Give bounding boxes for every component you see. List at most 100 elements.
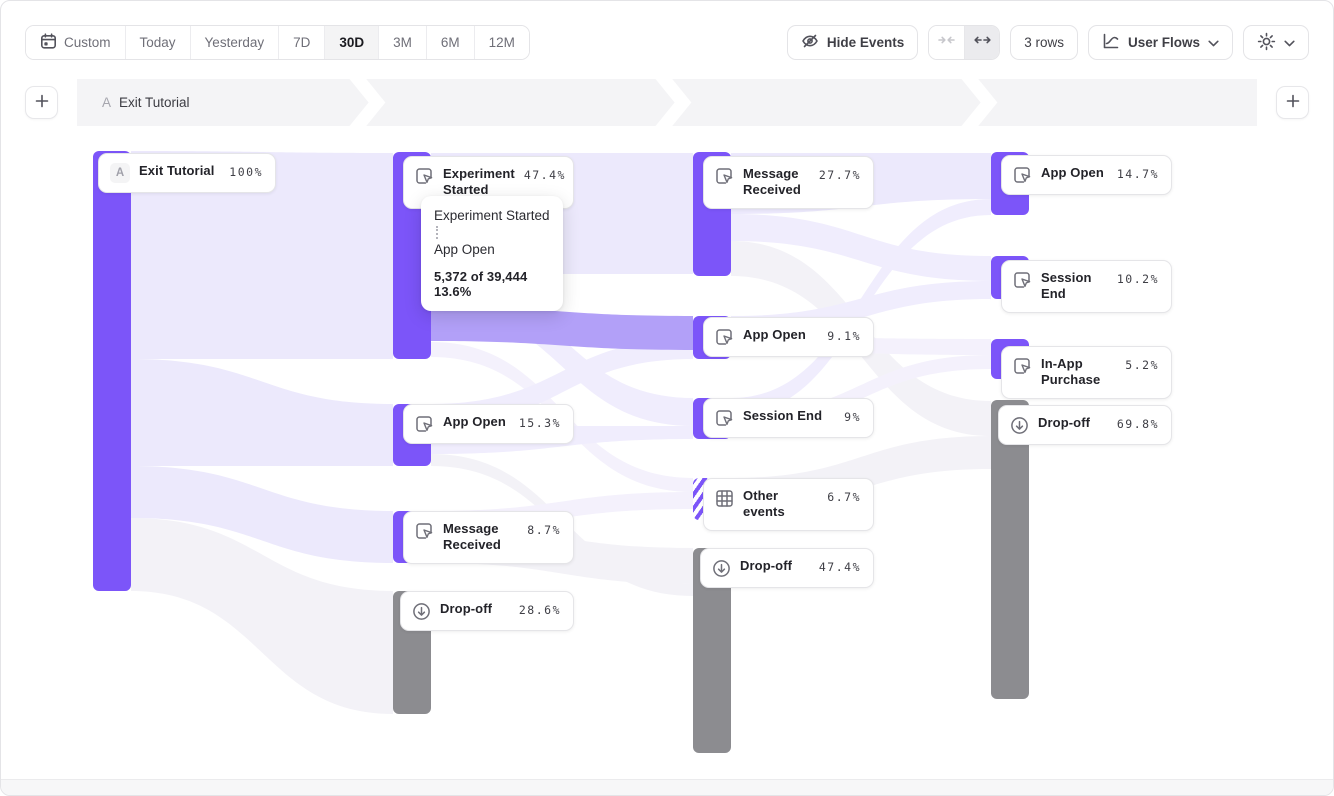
date-range-label: 3M xyxy=(393,35,412,50)
event-icon xyxy=(715,167,734,186)
event-icon xyxy=(1013,271,1032,290)
dropoff-icon xyxy=(412,602,431,621)
date-range-label: 30D xyxy=(339,35,364,50)
rows-button[interactable]: 3 rows xyxy=(1010,25,1078,60)
hide-events-button[interactable]: Hide Events xyxy=(787,25,918,60)
event-icon xyxy=(1013,357,1032,376)
node-label: Session End xyxy=(743,408,835,424)
event-icon xyxy=(415,522,434,541)
event-icon xyxy=(415,167,434,186)
gear-icon xyxy=(1257,32,1276,54)
node-card-drop2[interactable]: Drop-off 28.6% xyxy=(400,591,574,631)
step-name: Exit Tutorial xyxy=(119,95,190,110)
node-percent: 6.7% xyxy=(827,488,861,504)
node-card-appopen2[interactable]: App Open15.3% xyxy=(403,404,574,444)
date-range-yesterday[interactable]: Yesterday xyxy=(191,26,280,59)
node-percent: 27.7% xyxy=(819,166,861,182)
node-card-session3[interactable]: Session End 9% xyxy=(703,398,874,438)
rows-label: 3 rows xyxy=(1024,35,1064,50)
step-a-badge: A xyxy=(110,163,130,183)
node-label: Message Received xyxy=(443,521,518,554)
toolbar: Custom Today Yesterday 7D 30D 3M 6M 12M Hide Ev… xyxy=(25,25,1309,60)
tooltip-connector xyxy=(436,226,438,239)
flow-ribbon-exit-to-appopen2[interactable] xyxy=(131,359,393,466)
chevron-down-icon xyxy=(1208,35,1219,50)
grid-icon xyxy=(715,489,734,508)
node-label: App Open xyxy=(743,327,818,343)
node-percent: 100% xyxy=(229,163,263,179)
date-range-label: Today xyxy=(140,35,176,50)
node-percent: 28.6% xyxy=(519,601,561,617)
node-card-other3[interactable]: Other events 6.7% xyxy=(703,478,874,531)
node-label: Drop-off xyxy=(440,601,510,617)
flow-ribbon-exp-to-appopen3[interactable] xyxy=(431,307,693,350)
node-label: Message Received xyxy=(743,166,810,199)
event-icon xyxy=(415,415,434,434)
flow-ribbons xyxy=(1,129,1334,779)
start-step-label: A Exit Tutorial xyxy=(102,79,190,126)
calendar-icon xyxy=(40,33,57,53)
eye-off-icon xyxy=(801,32,819,53)
node-card-drop4[interactable]: Drop-off 69.8% xyxy=(998,405,1172,445)
chart-type-label: User Flows xyxy=(1128,35,1200,50)
expand-columns-button[interactable] xyxy=(964,26,999,59)
node-percent: 8.7% xyxy=(527,521,561,537)
node-card-appopen3[interactable]: App Open 9.1% xyxy=(703,317,874,357)
node-bar-exit[interactable] xyxy=(93,151,131,591)
date-range-6m[interactable]: 6M xyxy=(427,26,475,59)
add-step-right-button[interactable] xyxy=(1276,86,1309,119)
node-card-msg2[interactable]: Message Received 8.7% xyxy=(403,511,574,564)
date-range-label: Yesterday xyxy=(205,35,265,50)
chevron-separator xyxy=(653,79,693,126)
node-label: In-App Purchase xyxy=(1041,356,1116,389)
node-percent: 15.3% xyxy=(519,414,561,430)
date-range-3m[interactable]: 3M xyxy=(379,26,427,59)
node-percent: 69.8% xyxy=(1117,415,1159,431)
node-label: App Open xyxy=(1041,165,1108,181)
settings-button[interactable] xyxy=(1243,25,1309,60)
node-card-appopen4[interactable]: App Open 14.7% xyxy=(1001,155,1172,195)
node-card-session4[interactable]: Session End10.2% xyxy=(1001,260,1172,313)
arrows-inward-icon xyxy=(938,33,955,52)
date-range-custom[interactable]: Custom xyxy=(26,26,126,59)
user-flows-chart-icon xyxy=(1102,32,1120,53)
tooltip-target-event: App Open xyxy=(434,242,550,257)
tooltip-stat: 5,372 of 39,444 13.6% xyxy=(434,269,550,299)
node-label: Drop-off xyxy=(1038,415,1108,431)
chart-type-button[interactable]: User Flows xyxy=(1088,25,1233,60)
date-range-today[interactable]: Today xyxy=(126,26,191,59)
node-label: Experiment Started xyxy=(443,166,515,199)
node-label: Other events xyxy=(743,488,818,521)
date-range-7d[interactable]: 7D xyxy=(279,26,325,59)
node-card-exit[interactable]: AExit Tutorial100% xyxy=(98,153,276,193)
date-range-label: 6M xyxy=(441,35,460,50)
plus-icon xyxy=(1286,94,1300,111)
collapse-columns-button[interactable] xyxy=(929,26,964,59)
collapse-expand-control xyxy=(928,25,1000,60)
node-percent: 14.7% xyxy=(1117,165,1159,181)
chevron-down-icon xyxy=(1284,35,1295,50)
node-card-iap4[interactable]: In-App Purchase 5.2% xyxy=(1001,346,1172,399)
node-card-msg3[interactable]: Message Received 27.7% xyxy=(703,156,874,209)
node-percent: 9.1% xyxy=(827,327,861,343)
add-step-left-button[interactable] xyxy=(25,86,58,119)
node-percent: 5.2% xyxy=(1125,356,1159,372)
node-percent: 47.4% xyxy=(819,558,861,574)
plus-icon xyxy=(35,94,49,111)
hide-events-label: Hide Events xyxy=(827,35,904,50)
node-percent: 9% xyxy=(844,408,861,424)
date-range-12m[interactable]: 12M xyxy=(475,26,529,59)
event-icon xyxy=(1013,166,1032,185)
node-card-drop3[interactable]: Drop-off47.4% xyxy=(700,548,874,588)
tooltip-source-event: Experiment Started xyxy=(434,208,550,223)
flow-steps-band[interactable]: A Exit Tutorial xyxy=(77,79,1257,126)
date-range-label: 12M xyxy=(489,35,515,50)
event-icon xyxy=(715,409,734,428)
date-range-control: Custom Today Yesterday 7D 30D 3M 6M 12M xyxy=(25,25,530,60)
flow-canvas: AExit Tutorial100% Experiment Started 47.4… xyxy=(1,129,1334,779)
date-range-30d[interactable]: 30D xyxy=(325,26,379,59)
node-label: Session End xyxy=(1041,270,1108,303)
flow-tooltip: Experiment Started App Open 5,372 of 39,… xyxy=(421,196,563,311)
event-icon xyxy=(715,328,734,347)
bottom-scrollbar-track[interactable] xyxy=(1,779,1333,795)
